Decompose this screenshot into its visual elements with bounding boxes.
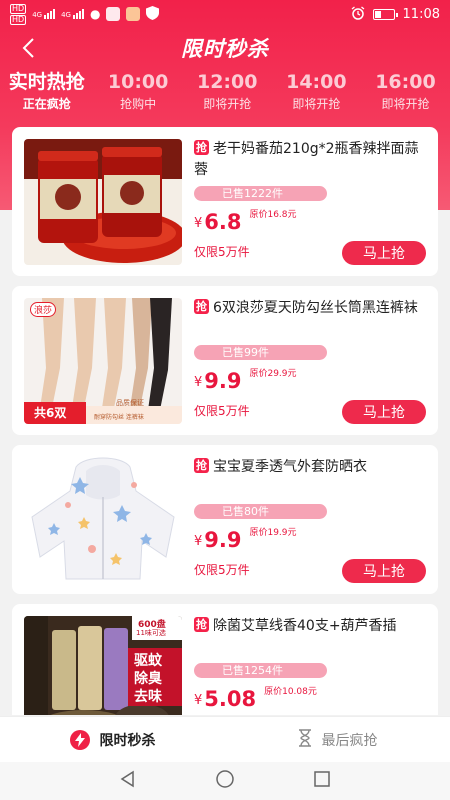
bottom-tab-bar: 限时秒杀 最后疯抢 — [0, 716, 450, 762]
product-image-baby-jacket — [24, 457, 182, 583]
time-slot-1200[interactable]: 12:00 即将开抢 — [183, 70, 272, 118]
product-info: 抢宝宝夏季透气外套防晒衣 已售80件 ¥ 9.9 原价19.9元 仅限5万件 马… — [194, 457, 426, 583]
app-notification-icon-2 — [126, 7, 141, 21]
flash-tag: 抢 — [194, 299, 209, 314]
price-row: ¥ 9.9 原价29.9元 — [194, 366, 297, 393]
title-bar: 限时秒杀 — [0, 28, 450, 68]
flash-tag: 抢 — [194, 458, 209, 473]
time-slot-1600[interactable]: 16:00 即将开抢 — [361, 70, 450, 118]
tab-flash-sale[interactable]: 限时秒杀 — [0, 717, 225, 762]
status-bar: HD HD 4G 4G ● 11:08 — [0, 0, 450, 28]
alarm-icon — [351, 5, 365, 23]
sale-price: 6.8 — [204, 210, 242, 234]
product-list: 抢老干妈番茄210g*2瓶香辣拌面蒜蓉 已售1222件 ¥ 6.8 原价16.8… — [12, 127, 438, 715]
sale-price: 9.9 — [204, 528, 242, 552]
limit-text: 仅限5万件 — [194, 245, 250, 259]
brand-logo: 浪莎 — [30, 302, 57, 317]
buy-now-button[interactable]: 马上抢 — [342, 559, 426, 583]
hourglass-icon — [298, 728, 312, 751]
sold-progress: 已售1254件 — [194, 663, 327, 678]
product-info: 抢老干妈番茄210g*2瓶香辣拌面蒜蓉 已售1222件 ¥ 6.8 原价16.8… — [194, 139, 426, 265]
time-slot-tabs: 实时热抢 正在疯抢 10:00 抢购中 12:00 即将开抢 14:00 即将开… — [0, 70, 450, 118]
nav-back-icon[interactable] — [119, 770, 137, 792]
hd-chip-icon: HD HD — [10, 3, 27, 25]
signal-icon: 4G — [32, 9, 56, 19]
sale-price: 9.9 — [204, 369, 242, 393]
flash-tag: 抢 — [194, 617, 209, 632]
clock-time: 11:08 — [402, 6, 440, 22]
tab-last-rush[interactable]: 最后疯抢 — [225, 717, 450, 762]
original-price: 原价10.08元 — [264, 687, 317, 697]
original-price: 原价19.9元 — [249, 528, 297, 538]
price-row: ¥ 6.8 原价16.8元 — [194, 207, 297, 234]
sold-progress: 已售80件 — [194, 504, 327, 519]
app-notification-icon — [106, 7, 121, 21]
product-card[interactable]: 抢宝宝夏季透气外套防晒衣 已售80件 ¥ 9.9 原价19.9元 仅限5万件 马… — [12, 445, 438, 594]
sale-price: 5.08 — [204, 687, 257, 711]
product-image-stockings: 浪莎 共6双 品质保证 耐穿防勾丝 连裤袜 — [24, 298, 182, 424]
product-name: 抢老干妈番茄210g*2瓶香辣拌面蒜蓉 — [194, 140, 419, 178]
product-name: 抢除菌艾草线香40支+葫芦香插 — [194, 617, 397, 634]
nav-home-icon[interactable] — [215, 769, 235, 793]
shield-icon — [146, 5, 160, 23]
battery-icon — [372, 8, 398, 20]
signal-icon-2: 4G — [61, 9, 84, 19]
system-nav-bar — [0, 762, 450, 800]
time-slot-1000[interactable]: 10:00 抢购中 — [94, 70, 183, 118]
product-card[interactable]: 抢老干妈番茄210g*2瓶香辣拌面蒜蓉 已售1222件 ¥ 6.8 原价16.8… — [12, 127, 438, 276]
price-row: ¥ 9.9 原价19.9元 — [194, 525, 297, 552]
buy-now-button[interactable]: 马上抢 — [342, 400, 426, 424]
buy-now-button[interactable]: 马上抢 — [342, 241, 426, 265]
price-row: ¥ 5.08 原价10.08元 — [194, 684, 317, 711]
product-name: 抢 6双浪莎夏天防勾丝长筒黑连裤袜 — [194, 299, 418, 316]
flash-tag: 抢 — [194, 140, 209, 155]
time-slot-1400[interactable]: 14:00 即将开抢 — [272, 70, 361, 118]
product-card[interactable]: 600盘 11味可选 驱蚊 除臭 去味 抢除菌艾草线香40支+葫芦香插 已售12… — [12, 604, 438, 715]
time-slot-live[interactable]: 实时热抢 正在疯抢 — [0, 70, 94, 118]
limit-text: 仅限5万件 — [194, 404, 250, 418]
lightning-icon — [69, 729, 90, 750]
product-info: 抢除菌艾草线香40支+葫芦香插 已售1254件 ¥ 5.08 原价10.08元 — [194, 616, 426, 715]
back-arrow-icon[interactable] — [14, 34, 42, 62]
product-image-incense: 600盘 11味可选 驱蚊 除臭 去味 — [24, 616, 182, 715]
original-price: 原价16.8元 — [249, 210, 297, 220]
page-title: 限时秒杀 — [181, 37, 269, 61]
original-price: 原价29.9元 — [249, 369, 297, 379]
product-image-chili-sauce — [24, 139, 182, 265]
product-card[interactable]: 浪莎 共6双 品质保证 耐穿防勾丝 连裤袜 抢 6双浪莎夏天防勾丝长筒黑连裤袜 已… — [12, 286, 438, 435]
product-name: 抢宝宝夏季透气外套防晒衣 — [194, 458, 367, 475]
qq-icon: ● — [89, 7, 101, 21]
product-info: 抢 6双浪莎夏天防勾丝长筒黑连裤袜 已售99件 ¥ 9.9 原价29.9元 仅限5… — [194, 298, 426, 424]
sold-progress: 已售99件 — [194, 345, 327, 360]
limit-text: 仅限5万件 — [194, 563, 250, 577]
sold-progress: 已售1222件 — [194, 186, 327, 201]
nav-recents-icon[interactable] — [313, 770, 331, 792]
